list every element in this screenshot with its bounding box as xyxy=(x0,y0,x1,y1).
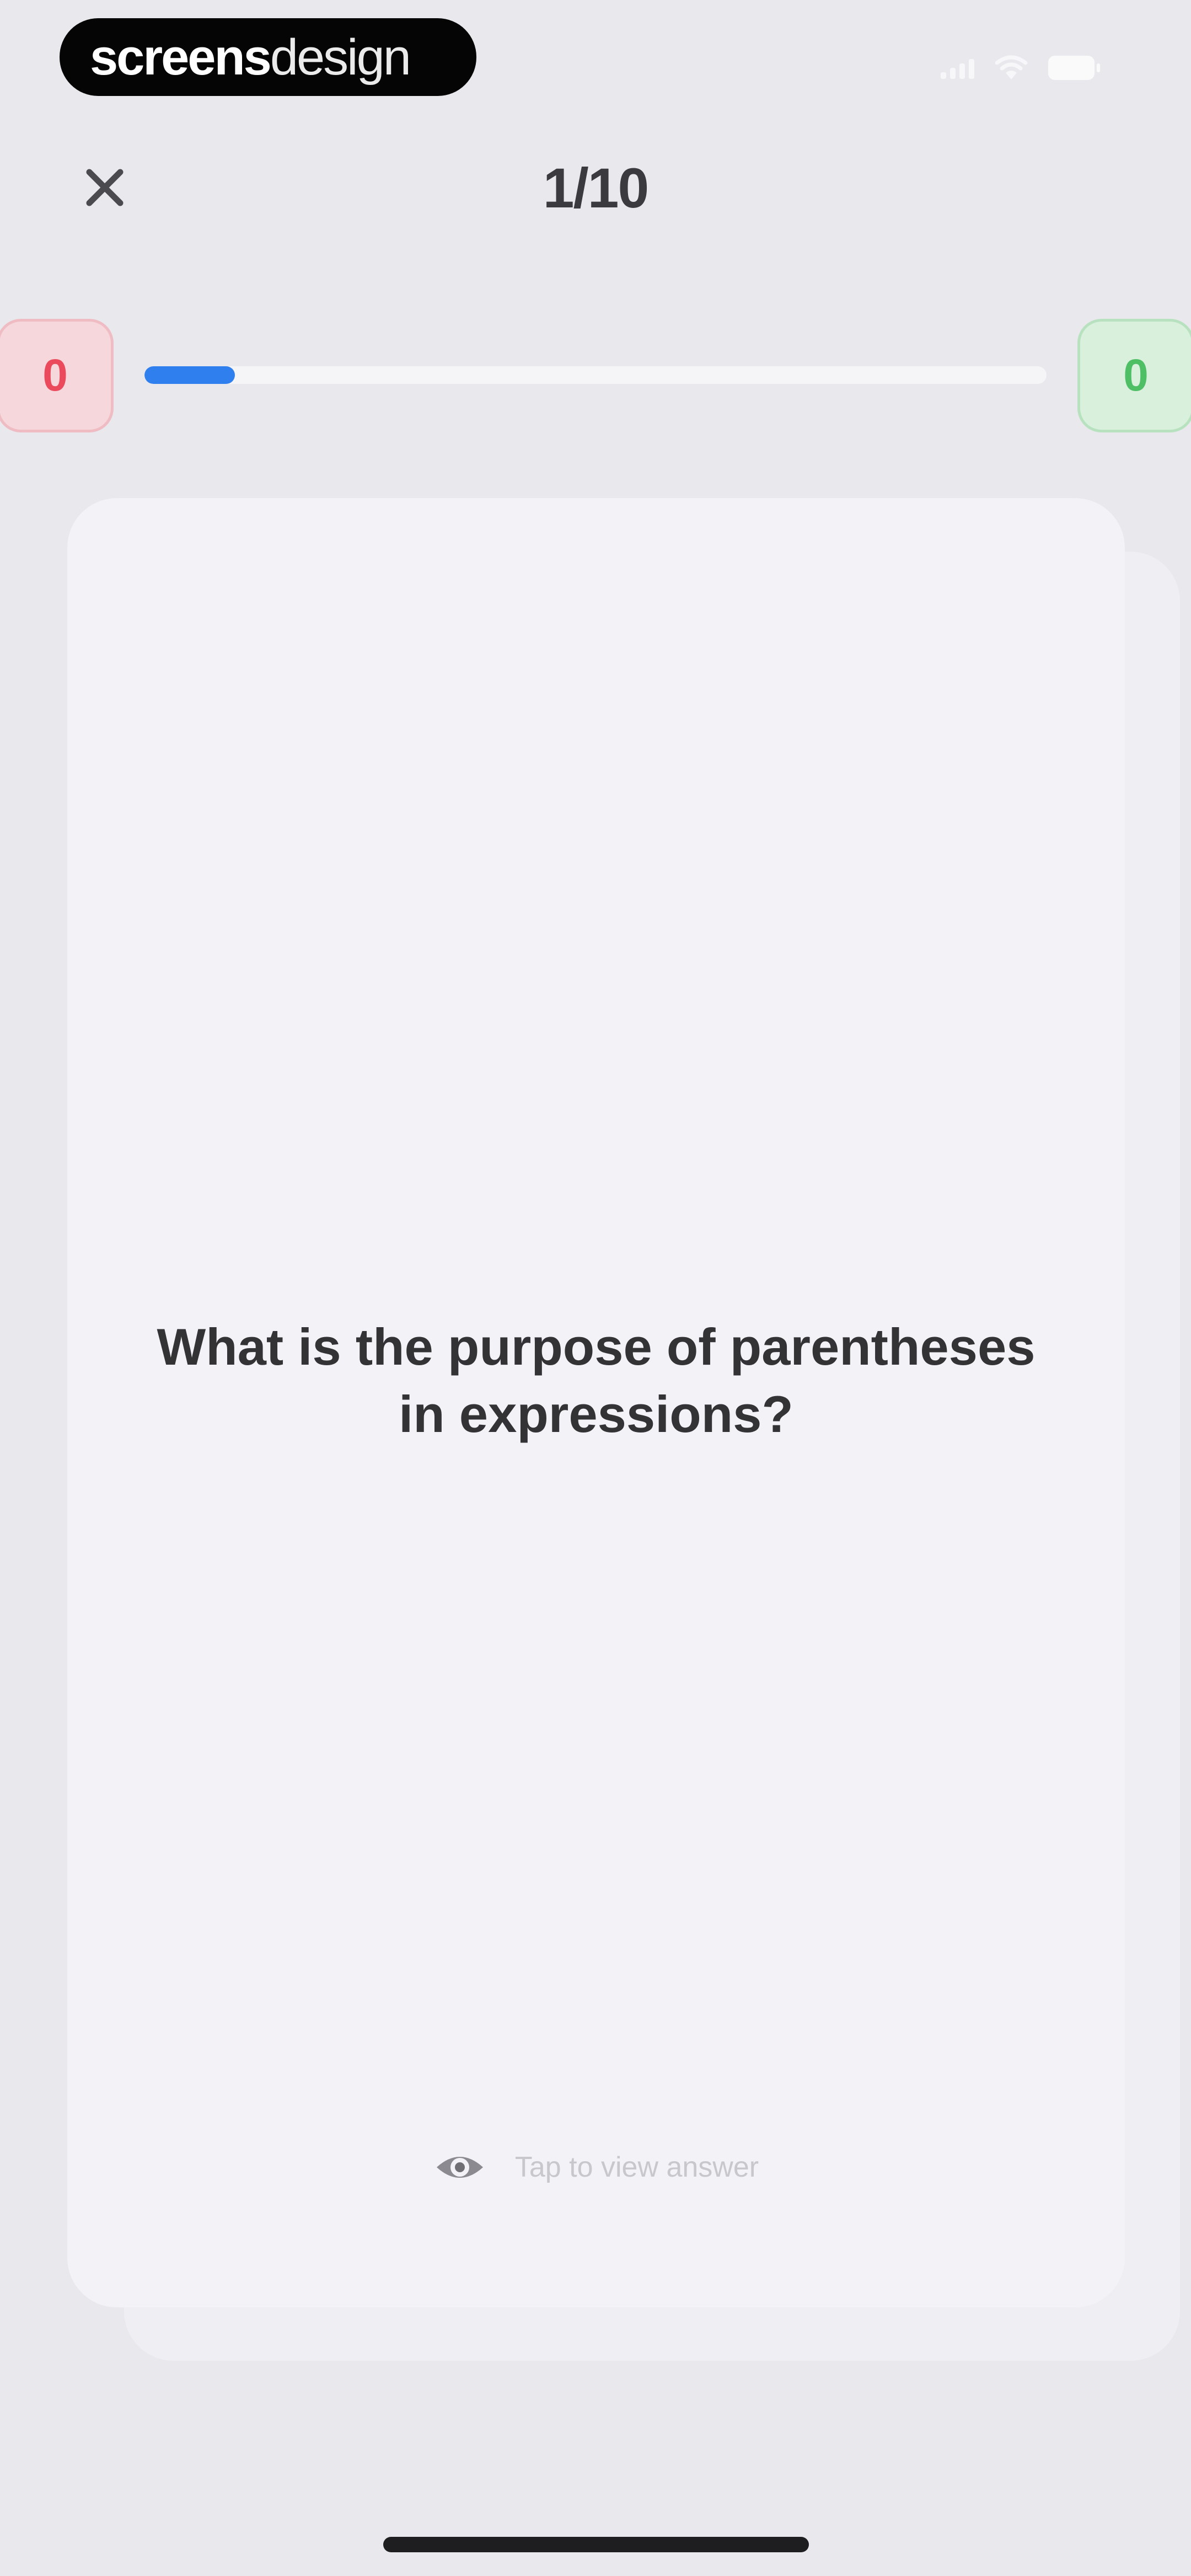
question-text: What is the purpose of parentheses in ex… xyxy=(157,1318,1036,1443)
status-icons xyxy=(941,54,1100,82)
correct-count: 0 xyxy=(1123,350,1149,400)
flashcard[interactable]: What is the purpose of parentheses in ex… xyxy=(67,498,1125,2307)
correct-count-badge: 0 xyxy=(1077,319,1191,432)
brand-text-part1: screens xyxy=(90,29,272,85)
view-answer-hint[interactable]: Tap to view answer xyxy=(67,2145,1125,2189)
wrong-count: 0 xyxy=(42,350,68,400)
progress-bar xyxy=(144,366,1047,384)
question-counter: 1/10 xyxy=(543,157,650,220)
wrong-count-badge: 0 xyxy=(0,319,114,432)
wifi-icon xyxy=(995,55,1028,79)
eye-icon xyxy=(436,2157,483,2178)
signal-icon xyxy=(941,57,974,79)
progress-bar-fill xyxy=(144,366,235,384)
home-indicator[interactable] xyxy=(383,2537,809,2552)
brand-watermark: screens design xyxy=(60,18,476,96)
view-answer-label: Tap to view answer xyxy=(514,2151,759,2183)
brand-text-part2: design xyxy=(270,29,411,85)
battery-icon xyxy=(1048,56,1100,80)
